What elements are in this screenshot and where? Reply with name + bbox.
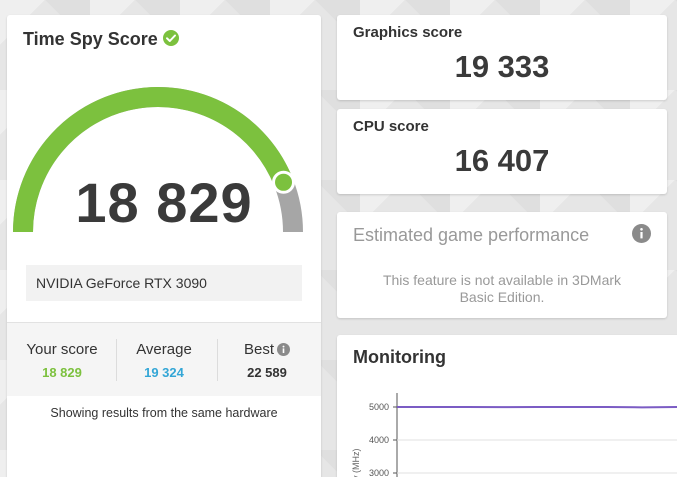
gpu-name-field: NVIDIA GeForce RTX 3090: [26, 265, 302, 301]
estimated-game-performance-card: Estimated game performance This feature …: [337, 212, 667, 318]
y-tick-label: 5000: [369, 402, 389, 412]
feature-unavailable-line-2: Basic Edition.: [459, 289, 545, 305]
best-score-label: Best: [243, 341, 274, 358]
average-score-label: Average: [136, 341, 192, 358]
best-score-value: 22 589: [247, 365, 287, 380]
main-score-title: Time Spy Score: [23, 29, 158, 49]
y-axis-label: y (MHz): [351, 449, 361, 477]
main-score-value: 18 829: [75, 171, 253, 234]
feature-unavailable-line-1: This feature is not available in 3DMark: [382, 272, 622, 288]
best-score-label-row: Best: [215, 341, 319, 358]
estimated-game-performance-title: Estimated game performance: [353, 225, 590, 245]
monitoring-chart: 5000 4000 3000 y (MHz): [351, 393, 677, 477]
average-score-stat: Average 19 324: [112, 323, 216, 396]
y-tick-labels: 5000 4000 3000: [369, 402, 397, 477]
score-comparison: Your score 18 829 Average 19 324 Best 22…: [7, 322, 321, 396]
your-score-value: 18 829: [42, 365, 82, 380]
graphics-score-title: Graphics score: [353, 24, 463, 41]
graphics-score-card: Graphics score 19 333: [337, 15, 667, 100]
cpu-score-card: CPU score 16 407: [337, 109, 667, 194]
y-tick-label: 3000: [369, 468, 389, 477]
hardware-footnote: Showing results from the same hardware: [50, 406, 278, 420]
feature-unavailable-message: This feature is not available in 3DMark …: [357, 272, 647, 306]
monitoring-title: Monitoring: [353, 347, 446, 367]
your-score-label: Your score: [26, 341, 98, 358]
info-icon[interactable]: [277, 343, 290, 356]
cpu-score-value: 16 407: [454, 143, 550, 178]
gridlines: [397, 406, 677, 474]
cpu-score-title: CPU score: [353, 118, 429, 135]
y-tick-label: 4000: [369, 435, 389, 445]
info-icon[interactable]: [632, 224, 651, 243]
your-score-stat: Your score 18 829: [10, 323, 114, 396]
average-score-value: 19 324: [144, 365, 184, 380]
best-score-stat: Best 22 589: [215, 323, 319, 396]
check-circle-icon: [163, 30, 179, 46]
graphics-score-value: 19 333: [454, 49, 550, 84]
monitoring-card: Monitoring 5000 4000 3000 y (MHz): [337, 335, 677, 477]
main-score-card: Time Spy Score 18 829 NVIDIA GeForce RTX…: [7, 15, 321, 477]
